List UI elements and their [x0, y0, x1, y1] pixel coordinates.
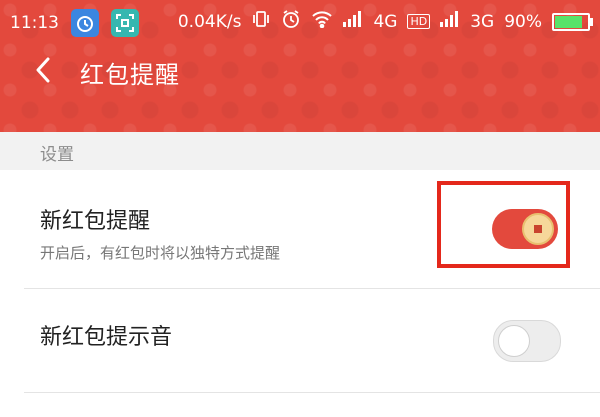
scan-app-icon: [111, 9, 139, 37]
new-red-packet-sound-toggle[interactable]: [493, 320, 561, 362]
divider: [24, 392, 600, 393]
battery-icon: [552, 12, 593, 31]
app-header: 11:13 0.04K/s 4G HD 3G 90% 红包提醒: [0, 0, 600, 132]
signal-icon: [440, 11, 460, 32]
setting-title: 新红包提醒: [40, 209, 151, 234]
battery-level: [555, 15, 582, 28]
status-time: 11:13: [10, 13, 59, 33]
battery-percent: 90%: [504, 11, 542, 32]
network-type-4g: 4G: [373, 11, 398, 32]
toggle-knob: [498, 325, 530, 357]
vibrate-icon: [251, 9, 271, 34]
alarm-clock-icon: [281, 9, 301, 34]
setting-subtitle: 开启后，有红包时将以独特方式提醒: [40, 244, 281, 262]
page-title: 红包提醒: [80, 61, 180, 89]
wifi-icon: [311, 10, 333, 33]
network-type-3g: 3G: [470, 11, 495, 32]
status-bar: 11:13 0.04K/s 4G HD 3G 90%: [0, 0, 600, 40]
section-label: 设置: [40, 145, 74, 165]
setting-title: 新红包提示音: [40, 325, 173, 350]
chevron-left-icon: [36, 57, 50, 83]
network-speed: 0.04K/s: [177, 11, 242, 32]
highlight-box: [437, 181, 570, 268]
back-button[interactable]: [28, 52, 58, 88]
alarm-app-icon: [71, 9, 99, 37]
hd-badge: HD: [407, 14, 431, 29]
signal-icon: [343, 11, 363, 32]
title-bar: 红包提醒: [0, 40, 600, 100]
